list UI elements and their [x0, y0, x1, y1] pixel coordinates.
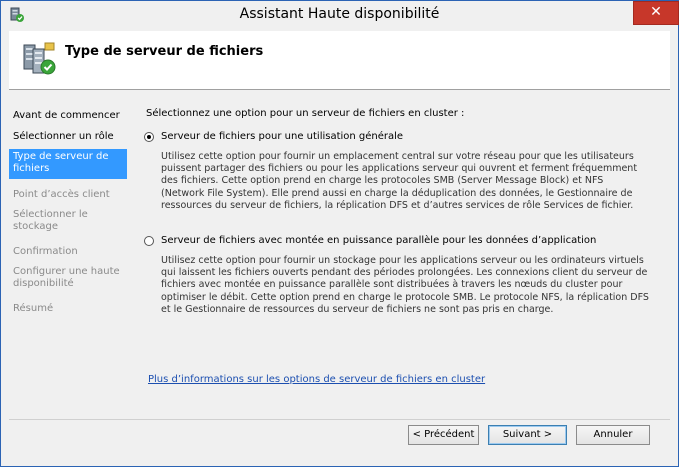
page-title: Type de serveur de fichiers — [65, 44, 264, 59]
option-scale-out-description: Utilisez cette option pour fournir un st… — [161, 255, 649, 315]
nav-item-configurer-haute-disponibilite: Configurer une haute disponibilité — [13, 266, 120, 289]
header-divider — [9, 89, 670, 90]
nav-item-selectionner-stockage: Sélectionner le stockage — [13, 209, 88, 232]
option-general-use-label[interactable]: Serveur de fichiers pour une utilisation… — [161, 131, 403, 142]
cancel-button[interactable]: Annuler — [576, 425, 650, 445]
nav-item-point-acces-client: Point d’accès client — [13, 189, 110, 200]
nav-item-avant-de-commencer[interactable]: Avant de commencer — [9, 108, 127, 124]
next-button[interactable]: Suivant > — [488, 425, 567, 445]
window-title: Assistant Haute disponibilité — [239, 6, 440, 22]
wizard-window: Assistant Haute disponibilité ✕ Type de … — [0, 0, 679, 467]
close-button[interactable]: ✕ — [633, 1, 679, 25]
previous-button[interactable]: < Précédent — [408, 425, 479, 445]
nav-item-selectionner-role[interactable]: Sélectionner un rôle — [9, 129, 127, 145]
radio-selected-dot — [147, 135, 151, 139]
title-bar: Assistant Haute disponibilité ✕ — [1, 0, 679, 31]
close-icon: ✕ — [650, 4, 662, 20]
wizard-header: Type de serveur de fichiers — [9, 31, 670, 89]
nav-item-resume: Résumé — [13, 303, 54, 314]
option-scale-out-label[interactable]: Serveur de fichiers avec montée en puiss… — [161, 235, 596, 246]
file-server-cluster-icon — [23, 42, 56, 75]
wizard-content: Sélectionnez une option pour un serveur … — [132, 92, 670, 452]
option-prompt: Sélectionnez une option pour un serveur … — [146, 108, 465, 119]
nav-item-type-serveur-fichiers[interactable]: Type de serveur de fichiers — [9, 149, 127, 179]
nav-item-confirmation: Confirmation — [13, 246, 78, 257]
radio-scale-out[interactable] — [144, 236, 154, 246]
radio-general-use[interactable] — [144, 132, 154, 142]
option-general-use-description: Utilisez cette option pour fournir un em… — [161, 151, 638, 211]
footer-divider — [9, 419, 670, 420]
more-info-link[interactable]: Plus d’informations sur les options de s… — [148, 374, 485, 385]
